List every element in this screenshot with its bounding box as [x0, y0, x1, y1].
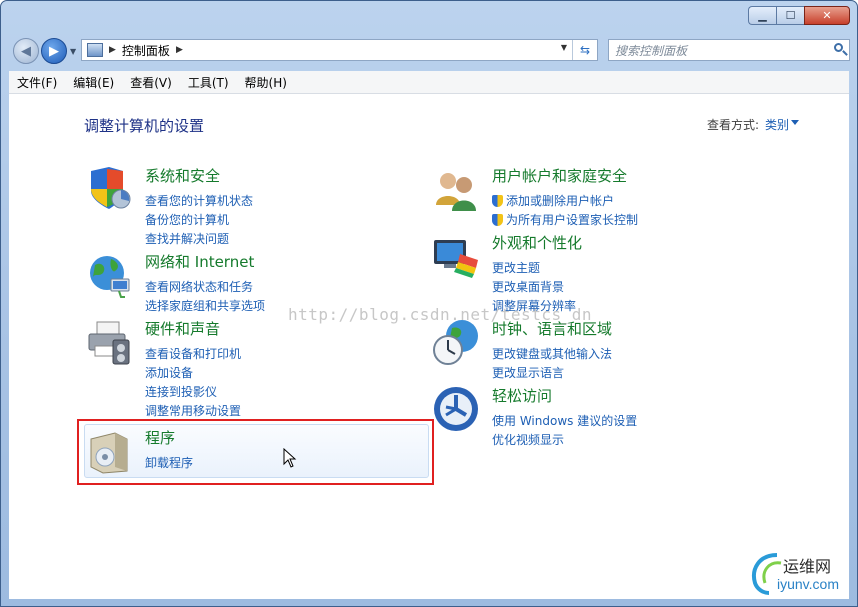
link-backup-computer[interactable]: 备份您的计算机	[145, 210, 253, 229]
control-panel-icon	[87, 43, 103, 57]
site-logo: 运维网 iyunv.com	[747, 549, 847, 599]
search-placeholder: 搜索控制面板	[615, 43, 688, 58]
link-keyboard-input[interactable]: 更改键盘或其他输入法	[492, 344, 612, 363]
search-input[interactable]: 搜索控制面板	[608, 39, 850, 61]
link-optimize-video[interactable]: 优化视频显示	[492, 430, 637, 449]
link-connect-projector[interactable]: 连接到投影仪	[145, 382, 241, 401]
category-programs: 程序 卸载程序	[85, 427, 385, 477]
menu-tools[interactable]: 工具(T)	[180, 74, 237, 91]
shield-icon[interactable]	[85, 165, 133, 213]
link-devices-printers[interactable]: 查看设备和打印机	[145, 344, 241, 363]
chevron-right-icon[interactable]: ▶	[109, 45, 116, 55]
link-check-computer-status[interactable]: 查看您的计算机状态	[145, 191, 253, 210]
close-button[interactable]: ✕	[804, 6, 850, 25]
printer-icon[interactable]	[85, 318, 133, 366]
menu-bar: 文件(F) 编辑(E) 查看(V) 工具(T) 帮助(H)	[9, 71, 849, 94]
watermark-text: http://blog.csdn.net/testcs_dn	[288, 305, 592, 324]
programs-box-icon[interactable]	[85, 427, 133, 475]
category-title[interactable]: 网络和 Internet	[145, 251, 254, 272]
menu-view[interactable]: 查看(V)	[122, 74, 180, 91]
link-uninstall-program[interactable]: 卸载程序	[145, 453, 193, 472]
link-change-theme[interactable]: 更改主题	[492, 258, 576, 277]
link-parental-controls[interactable]: 为所有用户设置家长控制	[492, 210, 638, 229]
mouse-cursor-icon	[283, 448, 297, 468]
caption-buttons: ▁ ☐ ✕	[748, 6, 850, 25]
category-title[interactable]: 用户帐户和家庭安全	[492, 165, 627, 186]
forward-button[interactable]: ▶	[41, 38, 67, 64]
recent-pages-dropdown-icon[interactable]: ▼	[70, 47, 76, 56]
category-network-internet: 网络和 Internet 查看网络状态和任务 选择家庭组和共享选项	[85, 251, 385, 313]
chevron-down-icon[interactable]	[791, 120, 799, 125]
minimize-button[interactable]: ▁	[748, 6, 776, 25]
link-display-language[interactable]: 更改显示语言	[492, 363, 612, 382]
chevron-right-icon[interactable]: ▶	[176, 45, 183, 55]
network-globe-icon[interactable]	[85, 251, 133, 299]
link-text[interactable]: 添加或删除用户帐户	[506, 192, 614, 209]
back-button[interactable]: ◀	[13, 38, 39, 64]
link-mobility-settings[interactable]: 调整常用移动设置	[145, 401, 241, 420]
logo-url: iyunv.com	[777, 576, 839, 592]
view-by-label: 查看方式:	[706, 118, 759, 132]
category-user-accounts: 用户帐户和家庭安全 添加或删除用户帐户 为所有用户设置家长控制	[432, 165, 762, 227]
category-title[interactable]: 系统和安全	[145, 165, 220, 186]
clock-globe-icon[interactable]	[432, 318, 480, 366]
users-icon[interactable]	[432, 165, 480, 213]
link-network-status[interactable]: 查看网络状态和任务	[145, 277, 265, 296]
view-by-dropdown[interactable]: 类别	[765, 116, 789, 133]
refresh-button[interactable]: ⇆	[572, 40, 597, 60]
page-title: 调整计算机的设置	[84, 117, 205, 135]
category-ease-of-access: 轻松访问 使用 Windows 建议的设置 优化视频显示	[432, 385, 762, 447]
address-bar[interactable]: ▶ 控制面板 ▶ ▼ ⇆	[81, 39, 598, 61]
category-title[interactable]: 外观和个性化	[492, 232, 582, 253]
logo-title: 运维网	[783, 557, 832, 576]
address-path[interactable]: 控制面板	[122, 42, 170, 59]
monitor-palette-icon[interactable]	[432, 232, 480, 280]
category-clock-language: 时钟、语言和区域 更改键盘或其他输入法 更改显示语言	[432, 318, 762, 380]
link-homegroup-sharing[interactable]: 选择家庭组和共享选项	[145, 296, 265, 315]
search-icon[interactable]	[834, 43, 843, 52]
link-text[interactable]: 为所有用户设置家长控制	[506, 211, 638, 228]
link-windows-suggested-settings[interactable]: 使用 Windows 建议的设置	[492, 411, 637, 430]
category-title[interactable]: 程序	[145, 427, 175, 448]
maximize-button[interactable]: ☐	[776, 6, 804, 25]
link-desktop-background[interactable]: 更改桌面背景	[492, 277, 576, 296]
menu-help[interactable]: 帮助(H)	[237, 74, 295, 91]
control-panel-window: ▁ ☐ ✕ ◀ ▶ ▼ ▶ 控制面板 ▶ ▼ ⇆ 搜索控制面板 文件(F) 编辑…	[0, 0, 858, 607]
category-title[interactable]: 硬件和声音	[145, 318, 220, 339]
link-add-remove-accounts[interactable]: 添加或删除用户帐户	[492, 191, 638, 210]
menu-file[interactable]: 文件(F)	[9, 74, 65, 91]
link-troubleshoot[interactable]: 查找并解决问题	[145, 229, 253, 248]
category-hardware-sound: 硬件和声音 查看设备和打印机 添加设备 连接到投影仪 调整常用移动设置	[85, 318, 385, 418]
category-system-security: 系统和安全 查看您的计算机状态 备份您的计算机 查找并解决问题	[85, 165, 385, 248]
navigation-bar: ◀ ▶ ▼ ▶ 控制面板 ▶ ▼ ⇆ 搜索控制面板	[11, 38, 850, 64]
link-add-device[interactable]: 添加设备	[145, 363, 241, 382]
uac-shield-icon	[492, 213, 503, 226]
category-title[interactable]: 轻松访问	[492, 385, 552, 406]
address-dropdown-icon[interactable]: ▼	[561, 43, 567, 52]
uac-shield-icon	[492, 194, 503, 207]
menu-edit[interactable]: 编辑(E)	[65, 74, 122, 91]
category-appearance: 外观和个性化 更改主题 更改桌面背景 调整屏幕分辨率	[432, 232, 762, 313]
ease-of-access-icon[interactable]	[432, 385, 480, 433]
content-pane: 调整计算机的设置 查看方式: 类别 系统和安全 查看您的计算机状态 备份您的计算…	[9, 94, 849, 599]
